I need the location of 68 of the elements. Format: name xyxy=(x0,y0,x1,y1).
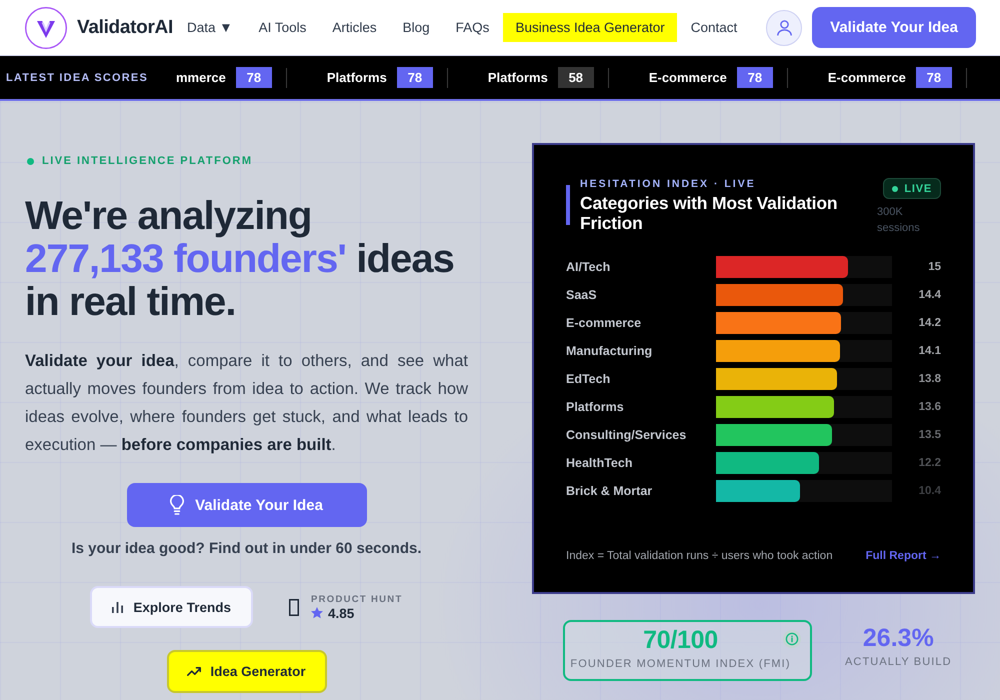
bar-chart-icon xyxy=(112,602,124,612)
category-label: EdTech xyxy=(566,372,612,386)
star-icon xyxy=(310,607,323,619)
ticker-category: mmerce xyxy=(176,70,226,85)
status-dot-icon xyxy=(892,186,898,192)
full-report-link[interactable]: Full Report → xyxy=(866,550,941,562)
panel-eyebrow: HESITATION INDEX · LIVE xyxy=(580,178,757,191)
rating-value: 4.85 xyxy=(328,606,354,620)
index-value: 15 xyxy=(927,261,941,273)
trend-line-icon xyxy=(187,667,202,676)
category-label: Brick & Mortar xyxy=(566,484,654,498)
intro-paragraph: Validate your idea, compare it to others, and see what actually moves founders from idea to action. We track how ideas evolve, where founders get stuck, and what leads to execution — before companies are built. xyxy=(25,351,468,456)
index-value: 13.8 xyxy=(918,373,941,385)
index-value: 14.2 xyxy=(918,317,941,329)
headline: We're analyzing 277,133 founders' ideas in real time. xyxy=(25,195,456,324)
accent-bar xyxy=(566,185,570,225)
rectangle-icon xyxy=(288,598,299,616)
sessions-count: 300K sessions xyxy=(877,205,921,236)
score-badge: 78 xyxy=(396,67,433,88)
brand-name[interactable]: ValidatorAI xyxy=(77,16,173,38)
user-icon xyxy=(776,20,792,36)
score-badge: 78 xyxy=(736,67,773,88)
nav-link[interactable]: AI Tools xyxy=(246,13,318,42)
nav-link[interactable]: Data ▼ xyxy=(174,13,245,42)
category-label: Platforms xyxy=(566,400,625,414)
tagline: Is your idea good? Find out in under 60 seconds. xyxy=(70,540,423,557)
formula-note: Index = Total validation runs ÷ users who took action xyxy=(566,550,833,562)
nav-link[interactable]: Blog xyxy=(390,13,442,42)
index-value: 10.4 xyxy=(918,485,941,497)
account-button[interactable] xyxy=(766,10,802,46)
panel-title: Categories with Most Validation Friction xyxy=(580,193,838,233)
product-hunt-label: PRODUCT HUNT xyxy=(310,594,403,604)
category-label: HealthTech xyxy=(566,456,634,470)
build-rate-label: ACTUALLY BUILD xyxy=(845,656,952,668)
category-label: Consulting/Services xyxy=(566,428,688,442)
category-label: Manufacturing xyxy=(566,344,654,358)
status-dot-icon xyxy=(27,158,34,165)
eyebrow-text: LIVE INTELLIGENCE PLATFORM xyxy=(42,155,253,168)
score-badge: 78 xyxy=(236,67,272,88)
category-label: AI/Tech xyxy=(566,260,612,274)
ticker-category: Platforms xyxy=(488,70,548,85)
index-value: 12.2 xyxy=(918,457,941,469)
ticker-category: Platforms xyxy=(326,70,387,85)
nav-link[interactable]: Articles xyxy=(320,13,389,42)
validate-idea-button[interactable]: Validate Your Idea xyxy=(812,7,976,48)
momentum-label: FOUNDER MOMENTUM INDEX (FMI) xyxy=(570,658,791,670)
idea-generator-button[interactable]: Idea Generator xyxy=(166,650,326,693)
ticker-label: LATEST IDEA SCORES xyxy=(5,72,148,84)
lightbulb-icon xyxy=(170,495,184,515)
index-value: 14.4 xyxy=(918,289,941,301)
logo-icon[interactable] xyxy=(25,6,67,48)
index-value: 13.5 xyxy=(918,429,941,441)
highlighted-nav-link[interactable]: Business Idea Generator xyxy=(503,13,677,42)
category-label: E-commerce xyxy=(566,316,642,330)
build-rate: 26.3% xyxy=(862,623,934,653)
nav-link[interactable]: FAQs xyxy=(444,13,502,42)
explore-trends-button[interactable]: Explore Trends xyxy=(90,586,253,628)
index-value: 13.6 xyxy=(918,401,941,413)
category-label: SaaS xyxy=(566,288,598,302)
validate-idea-button[interactable]: Validate Your Idea xyxy=(126,483,366,527)
nav-link[interactable]: Contact xyxy=(678,13,750,42)
live-badge: LIVE xyxy=(883,178,941,199)
ticker-category: E-commerce xyxy=(828,70,906,85)
index-value: 14.1 xyxy=(918,345,941,357)
score-badge: 78 xyxy=(916,67,952,88)
ticker-category: E-commerce xyxy=(648,70,727,85)
momentum-score: 70/100 xyxy=(643,625,718,655)
score-badge: 58 xyxy=(558,67,594,88)
